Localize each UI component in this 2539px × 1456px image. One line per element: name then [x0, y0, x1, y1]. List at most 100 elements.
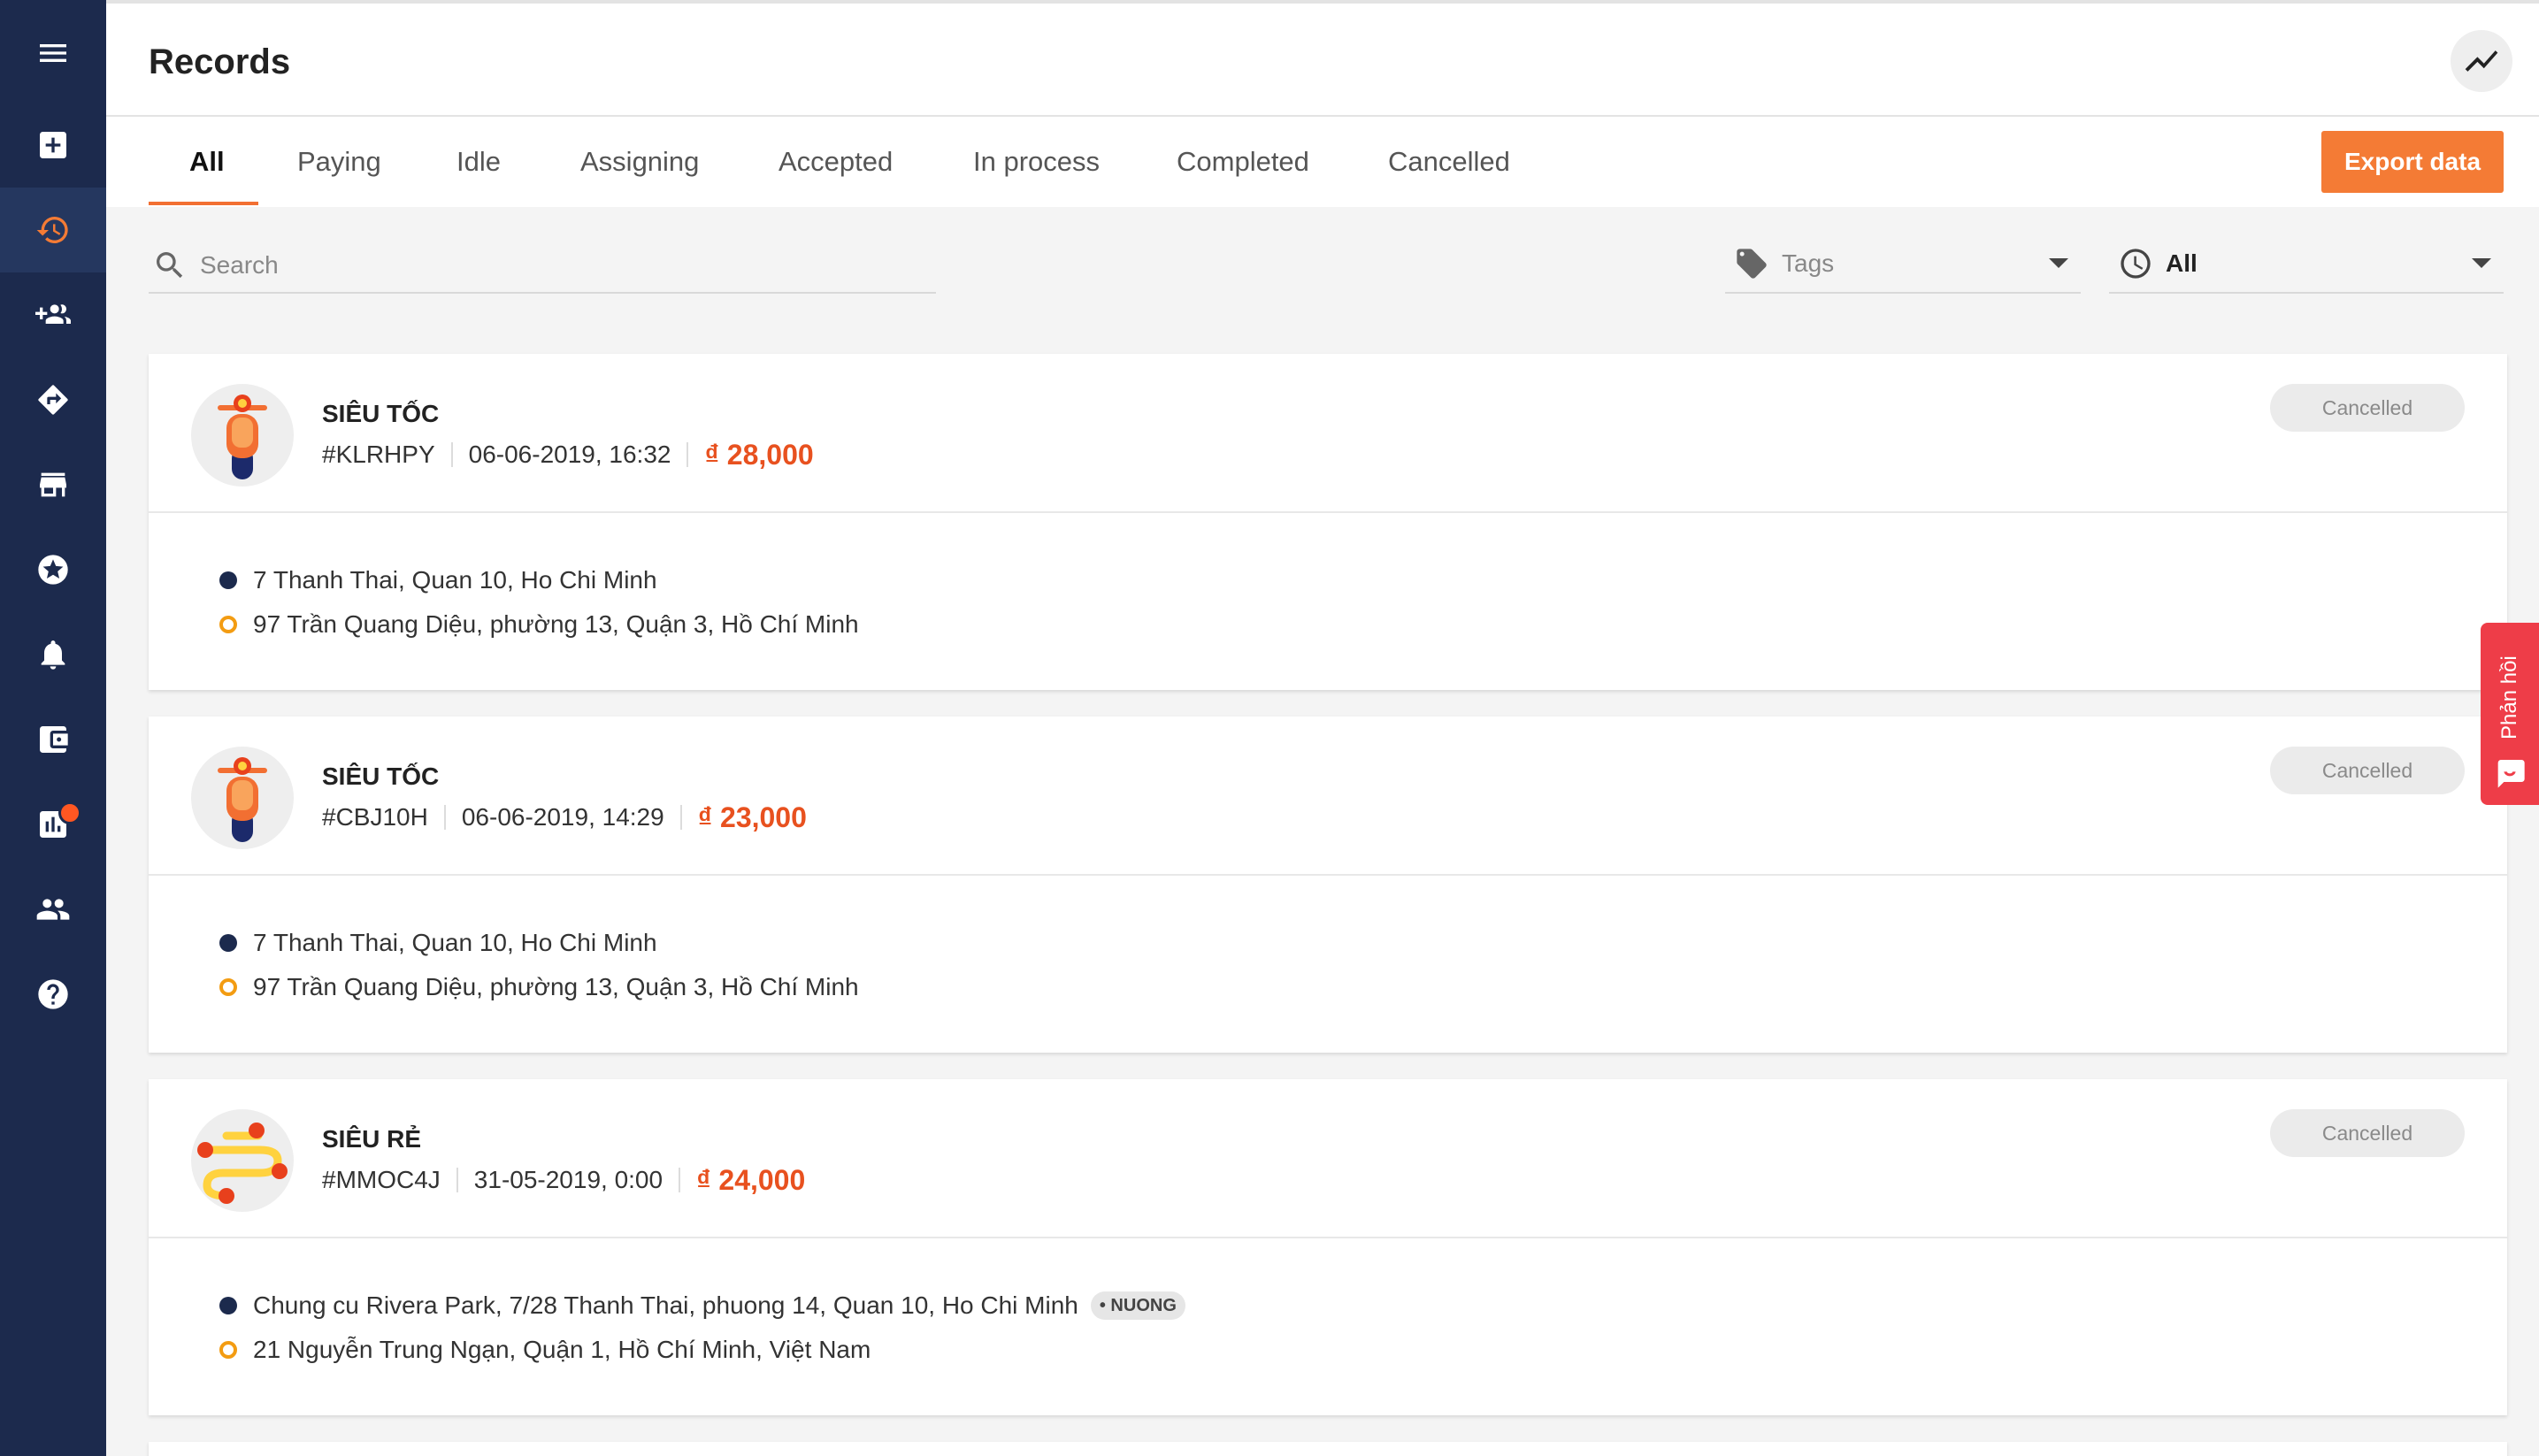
record-datetime: 06-06-2019, 14:29 [461, 803, 664, 831]
record-price: ₫ 28,000 [704, 438, 814, 471]
record-code: #KLRHPY [322, 441, 435, 468]
service-name: SIÊU TỐC [322, 400, 440, 427]
dropoff-address: 97 Trần Quang Diệu, phường 13, Quận 3, H… [219, 969, 859, 1005]
active-tab-indicator [149, 202, 258, 205]
directions-icon [38, 385, 68, 415]
dropoff-ring-icon [219, 978, 237, 996]
pickup-dot-icon [219, 934, 237, 952]
record-price: ₫ 23,000 [697, 801, 807, 833]
history-icon [36, 217, 68, 243]
add-box-icon [40, 132, 66, 158]
scooter-icon [218, 395, 267, 479]
chevron-down-icon [2472, 258, 2491, 268]
sidebar-item-help[interactable] [0, 952, 106, 1037]
dropoff-address: 97 Trần Quang Diệu, phường 13, Quận 3, H… [219, 607, 859, 642]
pickup-dot-icon [219, 571, 237, 589]
record-meta: #MMOC4J 31-05-2019, 0:00 ₫ 24,000 [322, 1162, 805, 1198]
sidebar-item-create[interactable] [0, 103, 106, 188]
tab-assigning[interactable]: Assigning [580, 117, 699, 207]
route-icon [197, 1123, 288, 1204]
record-card-partial [149, 1442, 2507, 1456]
service-avatar [191, 1109, 294, 1212]
tab-accepted[interactable]: Accepted [779, 117, 893, 207]
service-avatar [191, 747, 294, 849]
tab-completed[interactable]: Completed [1177, 117, 1309, 207]
header: Records [106, 0, 2539, 117]
pickup-address: Chung cu Rivera Park, 7/28 Thanh Thai, p… [219, 1288, 1185, 1323]
bell-icon [41, 640, 65, 670]
main-content: Records All Paying Idle Assigning Accept… [106, 0, 2539, 1456]
tags-placeholder: Tags [1782, 249, 1835, 277]
tab-in-process[interactable]: In process [973, 117, 1100, 207]
status-badge: Cancelled [2270, 747, 2465, 794]
record-code: #CBJ10H [322, 803, 428, 831]
record-datetime: 31-05-2019, 0:00 [473, 1166, 664, 1193]
tag-chip: • NUONG [1090, 1291, 1185, 1320]
filter-bar: Tags All [106, 207, 2539, 318]
analytics-button[interactable] [2451, 30, 2512, 92]
pickup-text: 7 Thanh Thai, Quan 10, Ho Chi Minh [253, 929, 657, 956]
people-icon [36, 899, 70, 920]
help-icon [38, 979, 68, 1009]
sidebar-item-notifications[interactable] [0, 612, 106, 697]
sidebar-item-reports[interactable] [0, 782, 106, 867]
divider [679, 805, 682, 830]
service-avatar [191, 384, 294, 487]
sidebar-item-store[interactable] [0, 442, 106, 527]
divider [443, 805, 446, 830]
record-code: #MMOC4J [322, 1166, 441, 1193]
sidebar-item-directions[interactable] [0, 357, 106, 442]
report-badge [58, 801, 81, 824]
sidebar-item-wallet[interactable] [0, 697, 106, 782]
tab-paying[interactable]: Paying [297, 117, 381, 207]
record-price: ₫ 24,000 [696, 1163, 806, 1196]
service-name: SIÊU TỐC [322, 762, 440, 790]
dropoff-ring-icon [219, 616, 237, 633]
wallet-icon [40, 726, 68, 753]
search-input[interactable] [200, 251, 908, 280]
dropoff-address: 21 Nguyễn Trung Ngạn, Quận 1, Hồ Chí Min… [219, 1332, 871, 1368]
sidebar-item-history[interactable] [0, 188, 106, 272]
dropoff-text: 97 Trần Quang Diệu, phường 13, Quận 3, H… [253, 973, 859, 1000]
tab-idle[interactable]: Idle [456, 117, 501, 207]
pickup-text: Chung cu Rivera Park, 7/28 Thanh Thai, p… [253, 1291, 1078, 1319]
service-name: SIÊU RẺ [322, 1125, 422, 1153]
record-card[interactable]: SIÊU TỐC #KLRHPY 06-06-2019, 16:32 ₫ 28,… [149, 354, 2507, 690]
record-meta: #CBJ10H 06-06-2019, 14:29 ₫ 23,000 [322, 800, 807, 835]
sidebar-item-menu[interactable] [0, 11, 106, 96]
status-tabs: All Paying Idle Assigning Accepted In pr… [106, 117, 2539, 207]
export-data-button[interactable]: Export data [2321, 131, 2504, 193]
chevron-down-icon [2049, 258, 2068, 268]
record-card[interactable]: SIÊU TỐC #CBJ10H 06-06-2019, 14:29 ₫ 23,… [149, 717, 2507, 1053]
record-datetime: 06-06-2019, 16:32 [468, 441, 671, 468]
tag-icon [1737, 249, 1767, 279]
trending-icon [2465, 50, 2498, 72]
divider [456, 1168, 458, 1192]
record-header: SIÊU RẺ #MMOC4J 31-05-2019, 0:00 ₫ 24,00… [149, 1079, 2507, 1238]
tab-all[interactable]: All [189, 117, 225, 207]
page-title: Records [149, 42, 291, 81]
tab-cancelled[interactable]: Cancelled [1388, 117, 1510, 207]
dropoff-text: 21 Nguyễn Trung Ngạn, Quận 1, Hồ Chí Min… [253, 1336, 871, 1363]
feedback-label: Phản hồi [2497, 655, 2521, 740]
sidebar-item-rating[interactable] [0, 527, 106, 612]
status-badge: Cancelled [2270, 384, 2465, 432]
dropoff-ring-icon [219, 1341, 237, 1359]
pickup-dot-icon [219, 1297, 237, 1314]
feedback-tab[interactable]: Phản hồi [2481, 623, 2539, 805]
search-icon [157, 252, 183, 279]
chat-smile-icon [2497, 760, 2525, 788]
sidebar-item-people[interactable] [0, 867, 106, 952]
time-filter-value: All [2166, 249, 2198, 277]
tags-select[interactable]: Tags [1725, 235, 2081, 294]
scooter-icon [218, 757, 267, 842]
divider [687, 442, 689, 467]
record-card[interactable]: SIÊU RẺ #MMOC4J 31-05-2019, 0:00 ₫ 24,00… [149, 1079, 2507, 1415]
divider [679, 1168, 681, 1192]
sidebar-item-add-group[interactable] [0, 272, 106, 357]
record-meta: #KLRHPY 06-06-2019, 16:32 ₫ 28,000 [322, 437, 814, 472]
pickup-text: 7 Thanh Thai, Quan 10, Ho Chi Minh [253, 566, 657, 594]
pickup-address: 7 Thanh Thai, Quan 10, Ho Chi Minh [219, 563, 657, 598]
menu-icon [40, 44, 66, 62]
time-select[interactable]: All [2109, 235, 2504, 294]
